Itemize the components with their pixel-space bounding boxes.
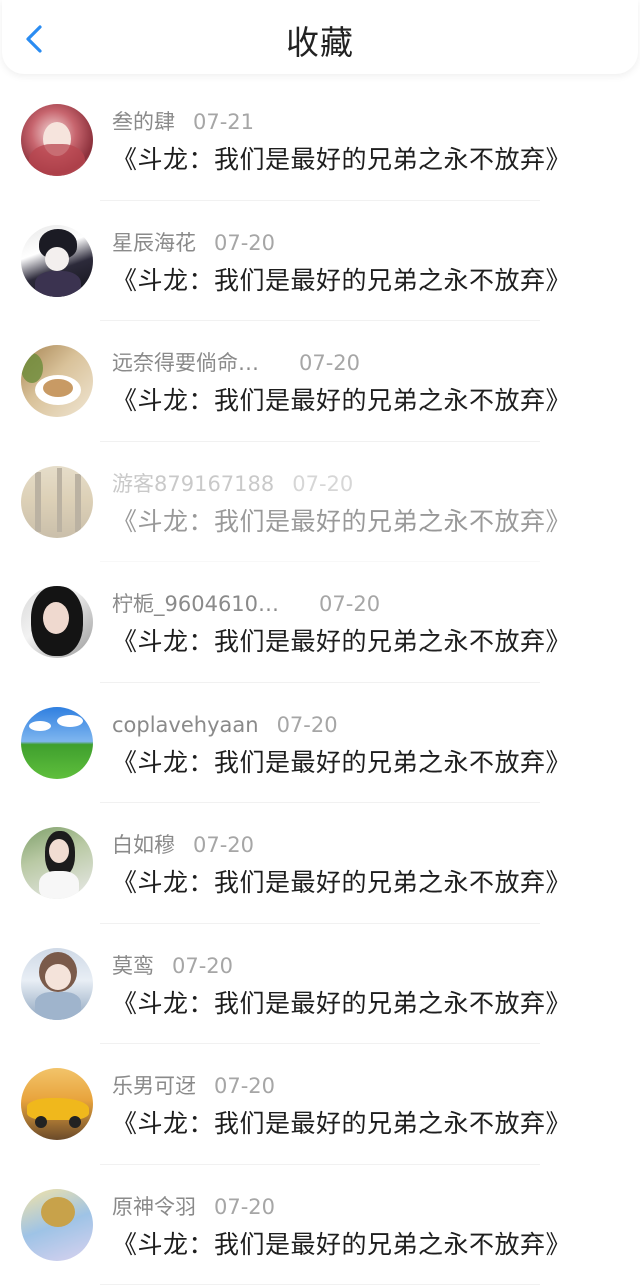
book-title[interactable]: 《斗龙：我们是最好的兄弟之永不放弃》: [112, 1106, 571, 1142]
list-item[interactable]: 原神令羽 07-20 《斗龙：我们是最好的兄弟之永不放弃》: [0, 1165, 640, 1285]
book-title[interactable]: 《斗龙：我们是最好的兄弟之永不放弃》: [112, 865, 571, 901]
book-title[interactable]: 《斗龙：我们是最好的兄弟之永不放弃》: [112, 986, 571, 1022]
item-meta: 乐男可迓 07-20: [112, 1071, 275, 1101]
date: 07-20: [292, 469, 353, 499]
username[interactable]: coplavehyaan: [112, 710, 259, 740]
username[interactable]: 游客879167188: [112, 469, 274, 499]
avatar[interactable]: [21, 345, 93, 417]
username[interactable]: 白如穆: [112, 830, 175, 860]
book-title[interactable]: 《斗龙：我们是最好的兄弟之永不放弃》: [112, 745, 571, 781]
username[interactable]: 星辰海花: [112, 228, 196, 258]
item-meta: 原神令羽 07-20: [112, 1192, 275, 1222]
item-meta: 莫鸾 07-20: [112, 951, 233, 981]
date: 07-20: [214, 1192, 275, 1222]
username[interactable]: 原神令羽: [112, 1192, 196, 1222]
username[interactable]: 远奈得要倘命…: [112, 348, 259, 378]
avatar[interactable]: [21, 1189, 93, 1261]
book-title[interactable]: 《斗龙：我们是最好的兄弟之永不放弃》: [112, 1227, 571, 1263]
page-title: 收藏: [2, 22, 638, 64]
item-meta: 柠栀_9604610… 07-20: [112, 589, 380, 619]
avatar[interactable]: [21, 225, 93, 297]
list-item[interactable]: 柠栀_9604610… 07-20 《斗龙：我们是最好的兄弟之永不放弃》: [0, 562, 640, 683]
avatar[interactable]: [21, 104, 93, 176]
username[interactable]: 叁的肆: [112, 107, 175, 137]
list-item[interactable]: 游客879167188 07-20 《斗龙：我们是最好的兄弟之永不放弃》: [0, 442, 640, 563]
avatar[interactable]: [21, 586, 93, 658]
date: 07-20: [299, 348, 360, 378]
avatar[interactable]: [21, 1068, 93, 1140]
list-item[interactable]: 乐男可迓 07-20 《斗龙：我们是最好的兄弟之永不放弃》: [0, 1044, 640, 1165]
item-meta: 白如穆 07-20: [112, 830, 254, 860]
date: 07-20: [193, 830, 254, 860]
list-item[interactable]: 莫鸾 07-20 《斗龙：我们是最好的兄弟之永不放弃》: [0, 924, 640, 1045]
list-item[interactable]: 叁的肆 07-21 《斗龙：我们是最好的兄弟之永不放弃》: [0, 80, 640, 201]
list-item[interactable]: 远奈得要倘命… 07-20 《斗龙：我们是最好的兄弟之永不放弃》: [0, 321, 640, 442]
avatar[interactable]: [21, 948, 93, 1020]
date: 07-20: [172, 951, 233, 981]
username[interactable]: 莫鸾: [112, 951, 154, 981]
item-meta: 远奈得要倘命… 07-20: [112, 348, 360, 378]
book-title[interactable]: 《斗龙：我们是最好的兄弟之永不放弃》: [112, 383, 571, 419]
book-title[interactable]: 《斗龙：我们是最好的兄弟之永不放弃》: [112, 142, 571, 178]
avatar[interactable]: [21, 827, 93, 899]
item-meta: 星辰海花 07-20: [112, 228, 275, 258]
book-title[interactable]: 《斗龙：我们是最好的兄弟之永不放弃》: [112, 263, 571, 299]
username[interactable]: 柠栀_9604610…: [112, 589, 279, 619]
list-item[interactable]: coplavehyaan 07-20 《斗龙：我们是最好的兄弟之永不放弃》: [0, 683, 640, 804]
book-title[interactable]: 《斗龙：我们是最好的兄弟之永不放弃》: [112, 504, 571, 540]
date: 07-20: [319, 589, 380, 619]
item-meta: coplavehyaan 07-20: [112, 710, 338, 740]
item-meta: 叁的肆 07-21: [112, 107, 254, 137]
date: 07-21: [193, 107, 254, 137]
list-item[interactable]: 星辰海花 07-20 《斗龙：我们是最好的兄弟之永不放弃》: [0, 201, 640, 322]
book-title[interactable]: 《斗龙：我们是最好的兄弟之永不放弃》: [112, 624, 571, 660]
list-item[interactable]: 白如穆 07-20 《斗龙：我们是最好的兄弟之永不放弃》: [0, 803, 640, 924]
date: 07-20: [277, 710, 338, 740]
date: 07-20: [214, 1071, 275, 1101]
avatar[interactable]: [21, 707, 93, 779]
avatar[interactable]: [21, 466, 93, 538]
item-meta: 游客879167188 07-20: [112, 469, 353, 499]
favorites-list: 叁的肆 07-21 《斗龙：我们是最好的兄弟之永不放弃》 星辰海花 07-20 《斗…: [0, 80, 640, 1285]
top-bar: 收藏: [2, 0, 638, 74]
username[interactable]: 乐男可迓: [112, 1071, 196, 1101]
date: 07-20: [214, 228, 275, 258]
